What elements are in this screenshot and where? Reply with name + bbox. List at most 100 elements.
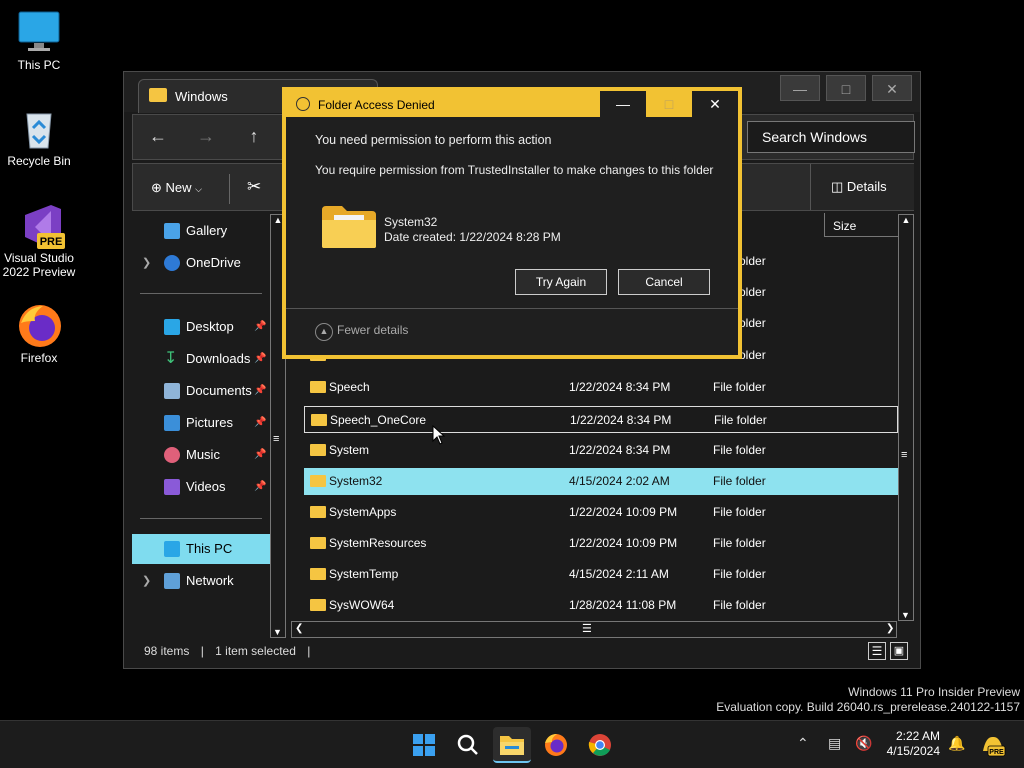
taskbar-clock[interactable]: 2:22 AM 4/15/2024: [884, 729, 940, 759]
file-name: SystemResources: [329, 536, 427, 550]
file-list-scrollbar[interactable]: ▲ ≡ ▼: [898, 214, 914, 621]
desktop-icon-recycle-bin[interactable]: Recycle Bin: [0, 106, 78, 168]
folder-icon: [149, 88, 167, 102]
scroll-thumb-icon[interactable]: ≡: [901, 449, 907, 461]
file-explorer-icon[interactable]: [493, 727, 531, 763]
cancel-button[interactable]: Cancel: [618, 269, 710, 295]
firefox-icon[interactable]: [537, 727, 575, 763]
search-icon[interactable]: [449, 727, 487, 763]
try-again-button[interactable]: Try Again: [515, 269, 607, 295]
nav-item-documents[interactable]: Documents 📌: [132, 376, 270, 406]
display-icon[interactable]: ▤: [828, 735, 841, 752]
chevron-up-icon[interactable]: ⌃: [797, 735, 809, 752]
forward-arrow-icon[interactable]: →: [193, 126, 219, 150]
scroll-thumb-icon[interactable]: ☰: [582, 622, 592, 635]
desktop-icon-firefox[interactable]: Firefox: [0, 303, 78, 365]
folder-icon: [310, 537, 326, 549]
start-windows-icon[interactable]: [405, 727, 443, 763]
music-icon: [164, 447, 180, 463]
new-button[interactable]: ⊕ New ⌵: [151, 180, 202, 196]
folder-icon: [310, 568, 326, 580]
recycle-bin-icon: [17, 106, 61, 150]
monitor-icon: [164, 541, 180, 557]
table-row[interactable]: SystemResources 1/22/2024 10:09 PM File fo…: [304, 530, 898, 557]
chevron-right-icon: ❯: [142, 575, 152, 587]
table-row[interactable]: Speech 1/22/2024 8:34 PM File folder: [304, 374, 898, 401]
volume-muted-icon[interactable]: 🔇: [855, 735, 872, 752]
dialog-title: Folder Access Denied: [318, 98, 435, 112]
nav-item-network[interactable]: ❯ Network: [132, 566, 270, 596]
file-type: File folder: [713, 598, 766, 612]
folder-name: System32: [384, 215, 438, 229]
maximize-button: □: [664, 96, 674, 112]
desktop-icon-this-pc[interactable]: This PC: [0, 10, 78, 72]
copilot-pre-icon[interactable]: PRE: [980, 733, 1006, 757]
nav-item-desktop[interactable]: Desktop 📌: [132, 312, 270, 342]
table-row[interactable]: SystemApps 1/22/2024 10:09 PM File folder: [304, 499, 898, 526]
watermark-line-2: Evaluation copy. Build 26040.rs_prerelea…: [716, 700, 1020, 714]
tab-label: Windows: [175, 89, 228, 104]
chrome-icon[interactable]: [581, 727, 619, 763]
file-date: 4/15/2024 2:11 AM: [569, 567, 669, 581]
pin-icon: 📌: [254, 321, 267, 332]
taskbar: ⌃ ▤ 🔇 2:22 AM 4/15/2024 🔔 PRE: [0, 720, 1024, 768]
nav-item-label: This PC: [186, 541, 233, 556]
up-arrow-icon[interactable]: ↑: [241, 126, 267, 150]
nav-item-videos[interactable]: Videos 📌: [132, 472, 270, 502]
horizontal-scrollbar[interactable]: ❮ ☰ ❯: [291, 621, 897, 638]
monitor-icon: [17, 10, 61, 54]
pin-icon: 📌: [254, 385, 267, 396]
file-name: System: [329, 443, 370, 457]
folder-icon: [320, 204, 378, 250]
nav-item-label: Gallery: [186, 223, 228, 238]
file-name: System32: [329, 474, 383, 488]
maximize-button[interactable]: □: [826, 75, 866, 101]
table-row-selected[interactable]: System32 4/15/2024 2:02 AM File folder: [304, 468, 898, 495]
desktop: This PC Recycle Bin PRE Visual Studio 20…: [0, 0, 1024, 720]
scroll-down-icon[interactable]: ▼: [273, 627, 282, 637]
desktop-icon-label: Recycle Bin: [7, 154, 71, 168]
table-row[interactable]: Speech_OneCore 1/22/2024 8:34 PM File fold…: [304, 406, 898, 433]
fewer-details-button[interactable]: ▲ Fewer details: [315, 323, 408, 341]
file-name: Speech: [329, 380, 370, 394]
notification-bell-icon[interactable]: 🔔: [948, 735, 965, 752]
scroll-down-icon[interactable]: ▼: [901, 610, 910, 620]
details-pane-icon: ◫: [831, 179, 844, 194]
nav-item-this-pc[interactable]: This PC: [132, 534, 270, 564]
scroll-up-icon[interactable]: ▲: [899, 215, 913, 225]
nav-item-onedrive[interactable]: ❯ OneDrive: [132, 248, 270, 278]
nav-item-music[interactable]: Music 📌: [132, 440, 270, 470]
pin-icon: 📌: [254, 417, 267, 428]
picture-icon: [164, 415, 180, 431]
build-watermark: Windows 11 Pro Insider Preview Evaluatio…: [716, 685, 1020, 715]
nav-item-downloads[interactable]: ↧ Downloads 📌: [132, 344, 270, 374]
minimize-button[interactable]: —: [780, 75, 820, 101]
gallery-icon: [164, 223, 180, 239]
dialog-footer: ▲ Fewer details: [286, 308, 738, 359]
table-row[interactable]: SystemTemp 4/15/2024 2:11 AM File folder: [304, 561, 898, 588]
clock-time: 2:22 AM: [895, 729, 940, 743]
scroll-right-icon[interactable]: ❯: [886, 623, 894, 634]
nav-item-gallery[interactable]: Gallery: [132, 216, 270, 246]
close-button[interactable]: ✕: [692, 91, 738, 117]
scissors-icon[interactable]: ✂: [247, 177, 261, 197]
table-row[interactable]: SysWOW64 1/28/2024 11:08 PM File folder: [304, 592, 898, 619]
close-button[interactable]: ✕: [872, 75, 912, 101]
desktop-icon-label: Firefox: [20, 351, 58, 365]
scroll-thumb-icon[interactable]: ≡: [273, 433, 279, 445]
file-date: 1/22/2024 8:34 PM: [569, 443, 671, 457]
scroll-left-icon[interactable]: ❮: [295, 623, 303, 634]
table-row[interactable]: System 1/22/2024 8:34 PM File folder: [304, 437, 898, 464]
back-arrow-icon[interactable]: ←: [145, 126, 171, 150]
file-name: Speech_OneCore: [330, 413, 427, 427]
minimize-button[interactable]: —: [600, 91, 646, 117]
details-button[interactable]: ◫ Details: [810, 164, 914, 210]
folder-access-denied-dialog: Folder Access Denied — □ ✕ You need perm…: [282, 87, 742, 359]
tiles-view-icon[interactable]: ▣: [890, 642, 908, 660]
nav-item-pictures[interactable]: Pictures 📌: [132, 408, 270, 438]
search-input[interactable]: Search Windows: [747, 121, 915, 153]
desktop-icon-visual-studio[interactable]: PRE Visual Studio 2022 Preview: [0, 203, 78, 279]
details-view-icon[interactable]: ☰: [868, 642, 886, 660]
nav-item-label: Downloads: [186, 351, 251, 366]
clock-date: 4/15/2024: [886, 744, 940, 758]
